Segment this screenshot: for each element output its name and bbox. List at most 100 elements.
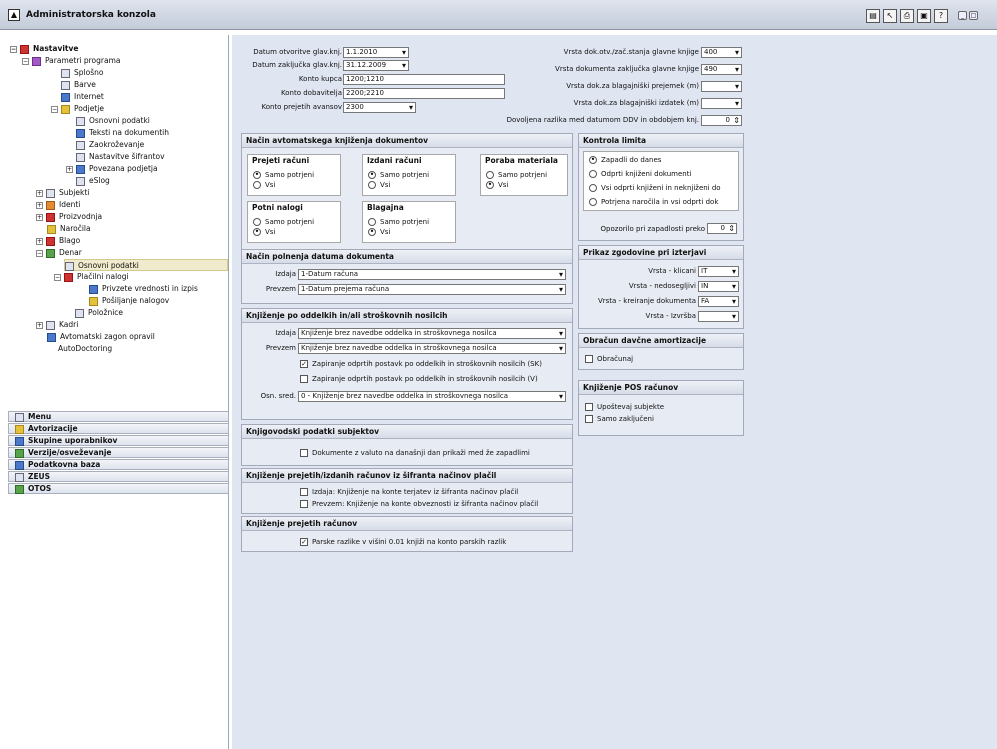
document-icon[interactable]: ▤ xyxy=(866,9,880,23)
otos-section[interactable]: OTOS xyxy=(8,483,229,494)
potni-vsi-radio[interactable]: Vsi xyxy=(253,227,275,237)
collapse-icon[interactable]: − xyxy=(36,249,43,257)
sifrant-izdaja-checkbox[interactable]: Izdaja: Knjiženje na konte terjatev iz š… xyxy=(300,487,518,497)
tree-item-proizvodnja[interactable]: + Proizvodnja xyxy=(36,211,102,223)
potrjena-narocila-radio[interactable]: Potrjena naročila in vsi odprti dok xyxy=(589,197,718,207)
tree-item-barve[interactable]: Barve xyxy=(61,79,96,91)
skupine-section[interactable]: Skupine uporabnikov xyxy=(8,435,229,446)
vrsta-izdatek-label: Vrsta dok.za blagajniški izdatek (m) xyxy=(573,99,699,107)
tree-item-poloznice[interactable]: Položnice xyxy=(75,307,123,319)
vsi-odprti-radio[interactable]: Vsi odprti knjiženi in neknjiženi do xyxy=(589,183,721,193)
nedosegljivi-select[interactable]: IN xyxy=(698,281,739,292)
tree-item-identi[interactable]: + Identi xyxy=(36,199,80,211)
verzije-section[interactable]: Verzije/osveževanje xyxy=(8,447,229,458)
oddelki-izdaja-select[interactable]: Knjiženje brez navedbe oddelka in strošk… xyxy=(298,328,566,339)
expand-icon[interactable]: + xyxy=(66,165,73,173)
izdani-vsi-radio[interactable]: Vsi xyxy=(368,180,390,190)
parske-razlike-checkbox[interactable]: Parske razlike v višini 0.01 knjiži na k… xyxy=(300,537,506,547)
samo-zakljuceni-checkbox[interactable]: Samo zaključeni xyxy=(585,414,654,424)
expand-icon[interactable]: + xyxy=(36,189,43,197)
preview-icon[interactable]: ▣ xyxy=(917,9,931,23)
izvrsba-select[interactable] xyxy=(698,311,739,322)
production-icon xyxy=(46,212,55,222)
app-icon: ▲ xyxy=(8,9,20,21)
tree-item-placilni-nalogi[interactable]: − Plačilni nalogi xyxy=(54,271,129,283)
odprti-knjizeni-radio[interactable]: Odprti knjiženi dokumenti xyxy=(589,169,691,179)
dokumente-valuta-checkbox[interactable]: Dokumente z valuto na današnji dan prika… xyxy=(300,448,530,458)
restore-icon[interactable]: □ xyxy=(969,11,978,20)
expand-icon[interactable]: + xyxy=(36,213,43,221)
vrsta-izdatek-field[interactable] xyxy=(701,98,742,109)
expand-icon[interactable]: + xyxy=(36,201,43,209)
oddelki-prevzem-select[interactable]: Knjiženje brez navedbe oddelka in strošk… xyxy=(298,343,566,354)
help-icon[interactable]: ? xyxy=(934,9,948,23)
tree-item-autodoctoring[interactable]: AutoDoctoring xyxy=(58,343,112,355)
poraba-vsi-radio[interactable]: Vsi xyxy=(486,180,508,190)
tree-item-eslog[interactable]: eSlog xyxy=(76,175,110,187)
expand-icon[interactable]: + xyxy=(36,321,43,329)
upostevaj-subjekte-checkbox[interactable]: Upoštevaj subjekte xyxy=(585,402,664,412)
tree-item-teksti[interactable]: Teksti na dokumentih xyxy=(76,127,169,139)
dovoljena-razlika-spinner[interactable]: 0 xyxy=(701,115,742,126)
opozorilo-spinner[interactable]: 0 xyxy=(707,223,737,234)
tree-item-blago[interactable]: + Blago xyxy=(36,235,80,247)
collapse-icon[interactable]: − xyxy=(22,57,29,65)
konto-kupca-label: Konto kupca xyxy=(298,75,342,83)
collapse-icon[interactable]: − xyxy=(54,273,61,281)
avtorizacije-section[interactable]: Avtorizacije xyxy=(8,423,229,434)
vrsta-otv-field[interactable]: 400 xyxy=(701,47,742,58)
zapiranje-sk-checkbox[interactable]: Zapiranje odprtih postavk po oddelkih in… xyxy=(300,359,542,369)
collapse-icon[interactable]: − xyxy=(51,105,58,113)
izdaja-select[interactable]: 1-Datum računa xyxy=(298,269,566,280)
vrsta-prejemek-field[interactable] xyxy=(701,81,742,92)
slip-icon xyxy=(75,308,84,318)
minimize-icon[interactable]: _ xyxy=(958,11,967,20)
tree-item-nastavitve-sifrantov[interactable]: Nastavitve šifrantov xyxy=(76,151,165,163)
prevzem-select[interactable]: 1-Datum prejema računa xyxy=(298,284,566,295)
tree-item-osnovni-podatki[interactable]: Osnovni podatki xyxy=(76,115,150,127)
tree-item-splosno[interactable]: Splošno xyxy=(61,67,103,79)
osn-sred-select[interactable]: 0 - Knjiženje brez navedbe oddelka in st… xyxy=(298,391,566,402)
obracunaj-checkbox[interactable]: Obračunaj xyxy=(585,354,633,364)
datum-otvoritve-field[interactable]: 1.1.2010 xyxy=(343,47,409,58)
tree-item-kadri[interactable]: + Kadri xyxy=(36,319,78,331)
blagajna-samo-radio[interactable]: Samo potrjeni xyxy=(368,217,429,227)
tree-item-narocila[interactable]: Naročila xyxy=(47,223,91,235)
blagajna-vsi-radio[interactable]: Vsi xyxy=(368,227,390,237)
datum-zakljucka-field[interactable]: 31.12.2009 xyxy=(343,60,409,71)
collapse-icon[interactable]: − xyxy=(10,45,17,53)
sifrant-prevzem-checkbox[interactable]: Prevzem: Knjiženje na konte obveznosti i… xyxy=(300,499,538,509)
pointer-icon[interactable]: ↖ xyxy=(883,9,897,23)
tree-item-zaokrozevanje[interactable]: Zaokroževanje xyxy=(76,139,144,151)
vrsta-zak-field[interactable]: 490 xyxy=(701,64,742,75)
lock-icon xyxy=(15,424,24,434)
prejeti-vsi-radio[interactable]: Vsi xyxy=(253,180,275,190)
podatkovna-baza-section[interactable]: Podatkovna baza xyxy=(8,459,229,470)
kreiranje-select[interactable]: FA xyxy=(698,296,739,307)
tree-item-nastavitve[interactable]: − Nastavitve xyxy=(10,43,78,55)
tree-item-avtomatski-zagon[interactable]: Avtomatski zagon opravil xyxy=(47,331,155,343)
zeus-section[interactable]: ZEUS xyxy=(8,471,229,482)
tree-item-privzete-vrednosti[interactable]: Privzete vrednosti in izpis xyxy=(89,283,198,295)
tree-item-posiljanje[interactable]: Pošiljanje nalogov xyxy=(89,295,169,307)
expand-icon[interactable]: + xyxy=(36,237,43,245)
tree-item-denar[interactable]: − Denar xyxy=(36,247,82,259)
konto-dobavitelja-field[interactable]: 2200;2210 xyxy=(343,88,505,99)
zapadli-radio[interactable]: Zapadli do danes xyxy=(589,155,661,165)
zapiranje-v-checkbox[interactable]: Zapiranje odprtih postavk po oddelkih in… xyxy=(300,374,538,384)
klicani-select[interactable]: IT xyxy=(698,266,739,277)
konto-prejetih-field[interactable]: 2300 xyxy=(343,102,416,113)
tree-item-subjekti[interactable]: + Subjekti xyxy=(36,187,89,199)
potni-samo-radio[interactable]: Samo potrjeni xyxy=(253,217,314,227)
konto-kupca-field[interactable]: 1200;1210 xyxy=(343,74,505,85)
poraba-samo-radio[interactable]: Samo potrjeni xyxy=(486,170,547,180)
tree-item-internet[interactable]: Internet xyxy=(61,91,104,103)
tree-item-podjetje[interactable]: − Podjetje xyxy=(51,103,104,115)
prejeti-samo-radio[interactable]: Samo potrjeni xyxy=(253,170,314,180)
tree-item-parametri-programa[interactable]: − Parametri programa xyxy=(22,55,120,67)
tree-item-povezana-podjetja[interactable]: + Povezana podjetja xyxy=(66,163,158,175)
print-icon[interactable]: ⎙ xyxy=(900,9,914,23)
tree-item-denar-osnovni-podatki[interactable]: Osnovni podatki xyxy=(64,259,228,271)
menu-section[interactable]: Menu xyxy=(8,411,229,422)
izdani-samo-radio[interactable]: Samo potrjeni xyxy=(368,170,429,180)
